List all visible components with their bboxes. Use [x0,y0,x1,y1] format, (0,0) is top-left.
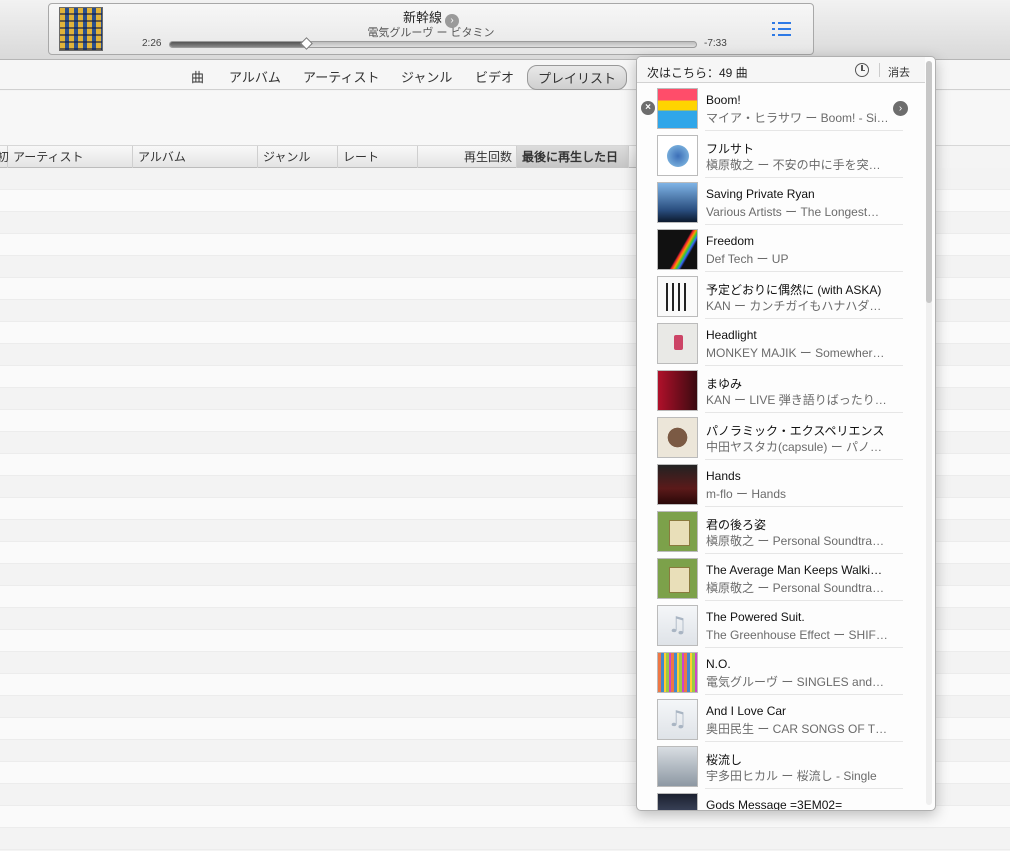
album-art-thumbnail [657,323,698,364]
item-title: Saving Private Ryan [706,187,815,201]
item-title: フルサト [706,142,755,156]
item-options-arrow-icon[interactable]: › [893,101,908,116]
now-playing-display: 新幹線 › 電気グルーヴ ー ビタミン 2:26 -7:33 [48,3,814,55]
item-title: And I Love Car [706,704,787,718]
item-title: 予定どおりに偶然に (with ASKA) [706,283,882,297]
column-rating[interactable]: レート [338,146,418,168]
up-next-item[interactable]: Headlight MONKEY MAJIK ー Somewher… [637,319,925,366]
item-title: Freedom [706,234,755,248]
up-next-item[interactable]: Saving Private Ryan Various Artists ー The… [637,178,925,225]
album-art-thumbnail [657,793,698,810]
playback-progress-bar[interactable] [169,37,697,50]
up-next-item[interactable]: 予定どおりに偶然に (with ASKA) KAN ー カンチガイもハナハダ… [637,272,925,319]
up-next-item[interactable]: The Average Man Keeps Walki… 槇原敬之 ー Perso… [637,554,925,601]
table-row[interactable] [0,828,1010,850]
item-subtitle: 槇原敬之 ー Personal Soundtra… [706,534,885,548]
item-title: まゆみ [706,377,743,391]
tab-albums[interactable]: アルバム [229,67,281,86]
column-partial[interactable]: 初 [0,146,9,168]
up-next-item[interactable]: The Powered Suit. The Greenhouse Effect ー… [637,601,925,648]
album-art-thumbnail [657,229,698,270]
up-next-item[interactable]: 桜流し宇多田ヒカル ー 桜流し - Single [637,742,925,789]
up-next-item[interactable]: N.O. 電気グルーヴ ー SINGLES and… [637,648,925,695]
item-title: 桜流し [706,753,743,767]
progress-fill [170,42,307,47]
item-subtitle: 宇多田ヒカル ー 桜流し - Single [706,769,877,783]
item-title: The Powered Suit. [706,610,805,624]
album-art-thumbnail [657,276,698,317]
item-subtitle: 電気グルーヴ ー SINGLES and… [706,675,885,689]
up-next-item[interactable]: Freedom Def Tech ー UP [637,225,925,272]
item-title: The Average Man Keeps Walki… [706,563,883,577]
item-subtitle: 槇原敬之 ー 不安の中に手を突… [706,158,881,172]
item-subtitle: 中田ヤスタカ(capsule) ー パノ… [706,440,883,454]
up-next-list-icon[interactable] [770,18,796,40]
remaining-time: -7:33 [704,38,727,49]
item-subtitle: m-flo ー Hands [706,487,787,501]
tab-artists[interactable]: アーティスト [303,67,379,86]
up-next-list: × Boom! マイア・ヒラサワ ー Boom! - Si… › フルサト槇原敬之 ー … [637,84,925,811]
column-album[interactable]: アルバム [133,146,258,168]
item-title: N.O. [706,657,731,671]
item-title: Boom! [706,93,741,107]
album-art-thumbnail [657,464,698,505]
item-title: 君の後ろ姿 [706,518,767,532]
track-title[interactable]: 新幹線 [403,10,442,25]
item-subtitle: マイア・ヒラサワ ー Boom! - Si… [706,111,889,125]
column-last-played[interactable]: 最後に再生した日 ▲ [517,146,629,186]
item-subtitle: Def Tech ー UP [706,252,789,266]
up-next-title: 次はこちら：49 曲 [647,66,748,80]
now-playing-subtitle: 電気グルーヴ ー ビタミン [367,27,495,39]
up-next-item[interactable]: And I Love Car 奥田民生 ー CAR SONGS OF T… [637,695,925,742]
up-next-item[interactable]: × Boom! マイア・ヒラサワ ー Boom! - Si… › [637,84,925,131]
album-art-thumbnail [657,652,698,693]
up-next-scrollbar[interactable] [926,61,932,805]
album-art-thumbnail [657,511,698,552]
tab-genres[interactable]: ジャンル [401,67,452,86]
item-subtitle: MONKEY MAJIK ー Somewher… [706,346,885,360]
up-next-popover: 次はこちら：49 曲 消去 × Boom! マイア・ヒラサワ ー Boom! - S… [636,56,936,811]
album-art-thumbnail [657,182,698,223]
player-bar: 新幹線 › 電気グルーヴ ー ビタミン 2:26 -7:33 [0,0,1010,60]
item-title: パノラミック・エクスペリエンス [706,424,885,438]
column-plays[interactable]: 再生回数 [418,146,517,168]
up-next-item[interactable]: パノラミック・エクスペリエンス 中田ヤスタカ(capsule) ー パノ… [637,413,925,460]
up-next-item[interactable]: Gods Message =3EM02= [637,789,925,811]
item-title: Hands [706,469,741,483]
tab-playlists[interactable]: プレイリスト [527,65,628,90]
column-genre[interactable]: ジャンル [258,146,338,168]
item-subtitle: The Greenhouse Effect ー SHIF… [706,628,888,642]
item-subtitle: 槇原敬之 ー Personal Soundtra… [706,581,885,595]
item-subtitle: KAN ー カンチガイもハナハダ… [706,299,882,313]
item-subtitle: 奥田民生 ー CAR SONGS OF T… [706,722,888,736]
header-divider [879,63,880,77]
item-subtitle: KAN ー LIVE 弾き語りばったり… [706,393,887,407]
up-next-item[interactable]: Hands m-flo ー Hands [637,460,925,507]
item-title: Headlight [706,328,757,342]
album-art-thumbnail [657,135,698,176]
history-clock-icon[interactable] [855,63,869,77]
up-next-item[interactable]: フルサト槇原敬之 ー 不安の中に手を突… [637,131,925,178]
album-art-thumbnail [657,88,698,129]
album-art-thumbnail [657,746,698,787]
clear-button[interactable]: 消去 [888,64,910,80]
tab-videos[interactable]: ビデオ [475,67,514,86]
song-list-header: 初 アーティスト アルバム ジャンル レート 再生回数 最後に再生した日 ▲ [0,146,640,186]
album-art-thumbnail [657,370,698,411]
up-next-item[interactable]: まゆみ KAN ー LIVE 弾き語りばったり… [637,366,925,413]
album-art-thumbnail [657,699,698,740]
album-art-thumbnail [657,558,698,599]
up-next-header: 次はこちら：49 曲 消去 [637,57,925,83]
album-art-thumbnail [657,605,698,646]
item-title: Gods Message =3EM02= [706,798,843,811]
remove-item-icon[interactable]: × [641,101,655,115]
tab-songs[interactable]: 曲 [191,67,204,86]
scrollbar-thumb[interactable] [926,61,932,303]
album-art-thumbnail [657,417,698,458]
up-next-item[interactable]: 君の後ろ姿槇原敬之 ー Personal Soundtra… [637,507,925,554]
elapsed-time: 2:26 [142,38,162,49]
column-artist[interactable]: アーティスト [8,146,133,168]
item-subtitle: Various Artists ー The Longest… [706,205,880,219]
